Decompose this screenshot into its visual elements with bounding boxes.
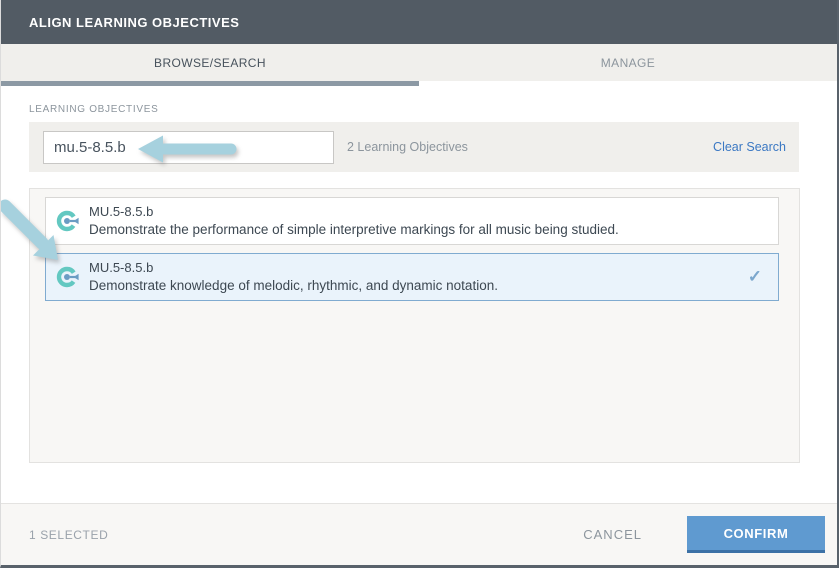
objective-code: MU.5-8.5.b xyxy=(89,259,498,277)
tab-bar: BROWSE/SEARCH MANAGE xyxy=(1,44,837,81)
active-tab-underline xyxy=(1,81,419,86)
dialog-header: ALIGN LEARNING OBJECTIVES xyxy=(1,0,837,44)
search-strip: 2 Learning Objectives Clear Search xyxy=(29,122,799,172)
dialog-footer: 1 SELECTED CANCEL CONFIRM xyxy=(1,503,837,565)
results-count: 2 Learning Objectives xyxy=(347,140,468,154)
dialog-title: ALIGN LEARNING OBJECTIVES xyxy=(29,15,239,30)
objective-row-1[interactable]: MU.5-8.5.b Demonstrate the performance o… xyxy=(45,197,779,245)
objective-code: MU.5-8.5.b xyxy=(89,203,619,221)
tab-manage[interactable]: MANAGE xyxy=(419,44,837,81)
learning-objectives-label: LEARNING OBJECTIVES xyxy=(29,104,158,115)
selected-check-icon: ✓ xyxy=(748,267,762,287)
target-objective-icon xyxy=(55,209,79,233)
objective-description: Demonstrate the performance of simple in… xyxy=(89,221,619,239)
confirm-button[interactable]: CONFIRM xyxy=(687,516,825,553)
search-input[interactable] xyxy=(43,131,334,164)
align-learning-objectives-dialog: ALIGN LEARNING OBJECTIVES BROWSE/SEARCH … xyxy=(0,0,839,568)
target-objective-icon xyxy=(55,265,79,289)
objective-description: Demonstrate knowledge of melodic, rhythm… xyxy=(89,277,498,295)
selected-count-label: 1 SELECTED xyxy=(29,528,108,542)
tab-browse-search[interactable]: BROWSE/SEARCH xyxy=(1,44,419,81)
results-panel: MU.5-8.5.b Demonstrate the performance o… xyxy=(29,188,800,463)
clear-search-link[interactable]: Clear Search xyxy=(713,140,786,154)
objective-row-2-selected[interactable]: MU.5-8.5.b Demonstrate knowledge of melo… xyxy=(45,253,779,301)
cancel-button[interactable]: CANCEL xyxy=(583,527,642,542)
objective-text-block: MU.5-8.5.b Demonstrate knowledge of melo… xyxy=(89,259,498,295)
objective-text-block: MU.5-8.5.b Demonstrate the performance o… xyxy=(89,203,619,239)
